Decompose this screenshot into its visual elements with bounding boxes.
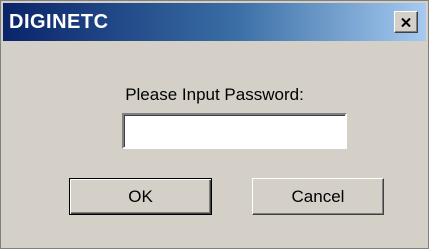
close-button[interactable] [394,11,418,33]
cancel-button[interactable]: Cancel [252,178,384,215]
close-x-icon [401,17,411,27]
title-bar[interactable]: DIGINETC [3,3,426,41]
password-prompt-label: Please Input Password: [125,85,304,104]
window-title: DIGINETC [9,11,109,33]
password-input[interactable] [122,113,347,149]
password-dialog: DIGINETC Please Input Password: OK Cance… [0,0,429,249]
ok-button[interactable]: OK [69,178,212,215]
